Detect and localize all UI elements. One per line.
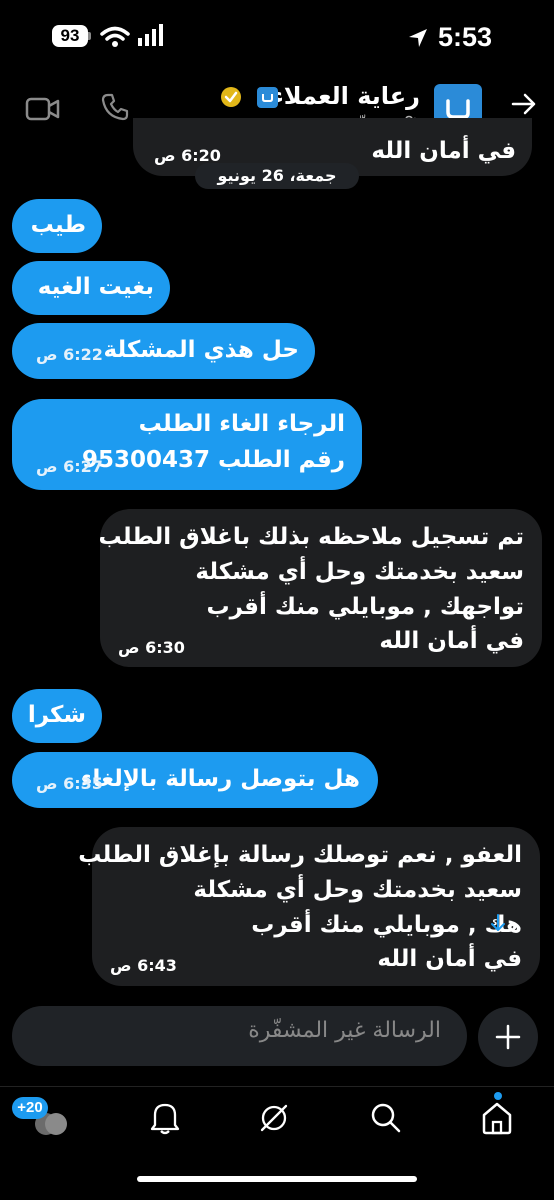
message-text: سعيد بخدمتك وحل أي مشكلة bbox=[195, 559, 524, 585]
message-text: طيب bbox=[30, 212, 86, 238]
back-arrow-icon[interactable] bbox=[510, 90, 538, 118]
notification-badge: +20 bbox=[12, 1097, 48, 1119]
message-text: تم تسجيل ملاحظه بذلك باغلاق الطلب bbox=[98, 524, 524, 550]
tab-bar-divider bbox=[0, 1086, 554, 1087]
message-bubble-outgoing[interactable]: الرجاء الغاء الطلب رقم الطلب 95300437 6:… bbox=[12, 399, 362, 490]
brand-logo-small bbox=[257, 87, 278, 108]
message-input-placeholder: الرسالة غير المشفّرة bbox=[248, 1018, 441, 1043]
verified-badge-icon bbox=[221, 87, 241, 107]
video-call-icon[interactable] bbox=[25, 95, 61, 123]
unread-dot bbox=[494, 1092, 502, 1100]
message-text: رقم الطلب 95300437 bbox=[81, 447, 345, 473]
message-time: 6:22 ص bbox=[36, 345, 103, 364]
bell-icon[interactable] bbox=[149, 1100, 181, 1136]
message-text: الرجاء الغاء الطلب bbox=[138, 411, 345, 437]
grok-icon[interactable] bbox=[257, 1101, 291, 1135]
message-text: العفو , نعم توصلك رسالة بإغلاق الطلب bbox=[78, 842, 522, 868]
cellular-signal-icon bbox=[138, 24, 163, 46]
message-time: 6:30 ص bbox=[118, 638, 185, 657]
message-bubble-outgoing[interactable]: شكرا bbox=[12, 689, 102, 743]
message-text: هك , موبايلي منك أقرب bbox=[251, 912, 522, 938]
message-text: في أمان الله bbox=[371, 138, 516, 164]
status-time: 5:53 bbox=[437, 22, 492, 52]
battery-indicator: 93 bbox=[52, 25, 88, 47]
message-text: سعيد بخدمتك وحل أي مشكلة bbox=[193, 877, 522, 903]
plus-icon bbox=[495, 1024, 521, 1050]
message-bubble-outgoing[interactable]: هل بتوصل رسالة بالإلغاء 6:35 ص bbox=[12, 752, 378, 808]
phone-call-icon[interactable] bbox=[100, 92, 130, 122]
message-text: تواجهك , موبايلي منك أقرب bbox=[206, 594, 524, 620]
message-text: في أمان الله bbox=[377, 946, 522, 972]
message-bubble-outgoing[interactable]: بغيت الغيه bbox=[12, 261, 170, 315]
message-bubble-outgoing[interactable]: حل هذي المشكلة 6:22 ص bbox=[12, 323, 315, 379]
message-text: حل هذي المشكلة bbox=[103, 337, 300, 363]
scroll-down-arrow-icon[interactable] bbox=[488, 913, 508, 933]
message-time: 6:43 ص bbox=[110, 956, 177, 975]
message-text: بغيت الغيه bbox=[37, 274, 154, 300]
battery-cap bbox=[88, 32, 91, 40]
message-text: شكرا bbox=[27, 702, 86, 728]
location-arrow-icon bbox=[409, 29, 427, 47]
date-separator: جمعة، 26 يونيو bbox=[195, 163, 359, 189]
message-text: هل بتوصل رسالة بالإلغاء bbox=[80, 766, 360, 792]
brand-logo-icon bbox=[262, 94, 273, 102]
home-icon[interactable] bbox=[480, 1100, 514, 1136]
message-bubble-incoming[interactable]: العفو , نعم توصلك رسالة بإغلاق الطلب سعي… bbox=[78, 827, 540, 986]
home-indicator bbox=[137, 1176, 417, 1182]
message-bubble-outgoing[interactable]: طيب bbox=[12, 199, 102, 253]
message-time: 6:27 ص bbox=[36, 457, 103, 476]
message-time: 6:35 ص bbox=[36, 774, 103, 793]
search-icon[interactable] bbox=[369, 1101, 403, 1135]
message-text: في أمان الله bbox=[379, 628, 524, 654]
message-bubble-incoming[interactable]: تم تسجيل ملاحظه بذلك باغلاق الطلب سعيد ب… bbox=[98, 509, 542, 667]
add-attachment-button[interactable] bbox=[478, 1007, 538, 1067]
conversation-title: رعاية العملاء bbox=[271, 82, 420, 110]
wifi-icon bbox=[100, 26, 130, 47]
